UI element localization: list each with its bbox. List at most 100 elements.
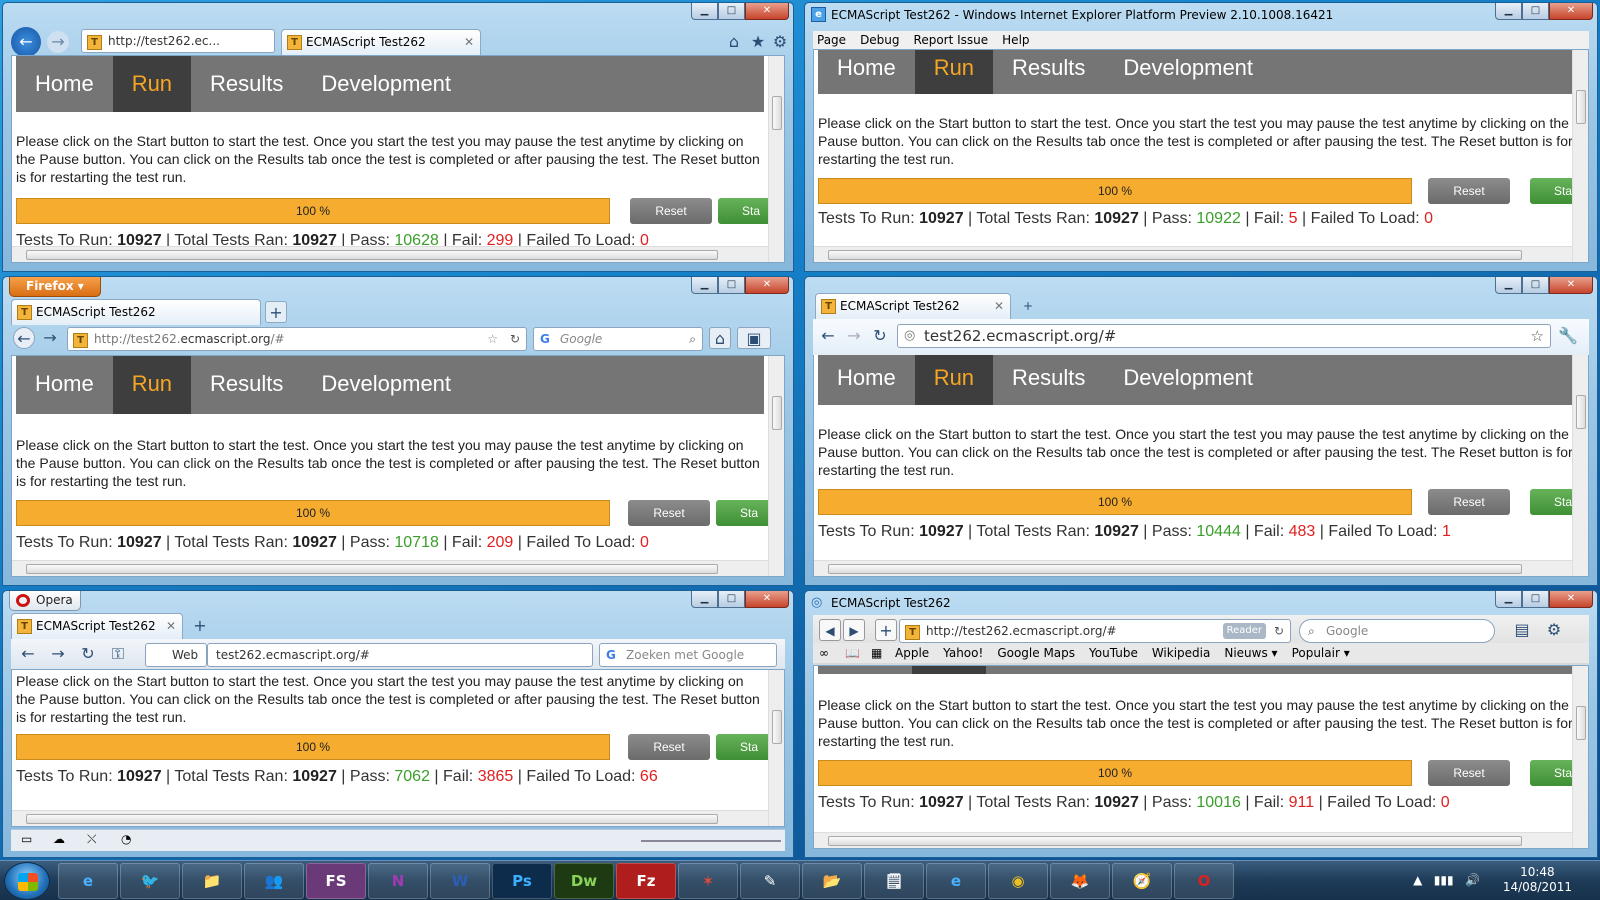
reset-button[interactable]: Reset [1428,489,1510,515]
close-button[interactable]: ✕ [745,3,789,20]
taskbar-twitter-icon[interactable]: 🐦 [120,863,180,899]
address-bar[interactable]: ◎ test262.ecmascript.org/# ☆ [897,324,1551,348]
address-bar[interactable]: test262.ecmascript.org/# [207,643,593,667]
bookmark-google-maps[interactable]: Google Maps [997,643,1075,663]
address-bar[interactable]: T http://test262.ec... [81,29,275,53]
bookmark-wikipedia[interactable]: Wikipedia [1152,643,1211,663]
forward-icon[interactable]: → [843,325,865,347]
reload-icon[interactable]: ↻ [869,325,891,347]
share-icon[interactable]: ⤬ [87,832,97,847]
bookmarks-book-icon[interactable]: 📖 [845,643,860,663]
bookmark-yahoo[interactable]: Yahoo! [943,643,983,663]
minimize-button[interactable]: ▁ [691,591,718,608]
page-menu-icon[interactable]: ▤ [1511,619,1533,641]
vertical-scrollbar[interactable] [1572,355,1588,576]
search-input[interactable]: G Zoeken met Google [599,643,777,667]
back-icon[interactable]: ← [11,27,41,57]
back-icon[interactable]: ◀ [819,619,841,641]
scroll-thumb[interactable] [26,814,718,824]
clock[interactable]: 10:48 14/08/2011 [1503,865,1572,895]
taskbar-opera-icon[interactable]: O [1174,863,1234,899]
scroll-thumb[interactable] [772,710,782,744]
reset-button[interactable]: Reset [628,500,710,526]
back-icon[interactable]: ← [13,327,35,349]
gear-icon[interactable]: ⚙ [769,31,791,53]
taskbar-app-star-icon[interactable]: ✶ [678,863,738,899]
tab-close-icon[interactable]: ✕ [464,30,474,54]
close-button[interactable]: ✕ [745,277,789,294]
taskbar-photoshop-icon[interactable]: Ps [492,863,552,899]
taskbar-messenger-icon[interactable]: 👥 [244,863,304,899]
add-bookmark-icon[interactable]: + [875,619,897,641]
taskbar-folder-icon[interactable]: 📂 [802,863,862,899]
tab-close-icon[interactable]: ✕ [994,294,1004,318]
menu-help[interactable]: Help [1002,31,1029,49]
scroll-thumb[interactable] [26,250,718,260]
horizontal-scrollbar[interactable] [12,560,768,576]
nav-development[interactable]: Development [1104,50,1272,94]
vertical-scrollbar[interactable] [1572,50,1588,262]
nav-development[interactable]: Development [302,56,470,112]
back-icon[interactable]: ← [817,325,839,347]
nav-development[interactable]: Development [302,356,470,414]
tab-ecmascript[interactable]: T ECMAScript Test262 ✕ [281,29,481,55]
key-icon[interactable]: ⚿ [107,643,129,665]
close-button[interactable]: ✕ [1549,277,1593,294]
menu-debug[interactable]: Debug [860,31,899,49]
tab-ecmascript[interactable]: T ECMAScript Test262 ✕ [11,613,183,639]
tab-ecmascript[interactable]: T ECMAScript Test262 ✕ [815,293,1011,319]
scroll-thumb[interactable] [828,250,1522,260]
scroll-thumb[interactable] [772,396,782,430]
start-button[interactable]: Sta [716,734,776,760]
forward-icon[interactable]: → [47,31,69,53]
new-tab-icon[interactable]: + [189,615,211,637]
opera-menu-button[interactable]: Opera [9,591,81,611]
panel-toggle-icon[interactable]: ▭ [21,832,32,846]
reset-button[interactable]: Reset [630,198,712,224]
bookmark-apple[interactable]: Apple [895,643,929,663]
nav-run[interactable]: Run [112,356,192,414]
horizontal-scrollbar[interactable] [12,810,768,826]
top-sites-icon[interactable]: ▦ [871,643,882,663]
new-tab-icon[interactable]: + [265,301,287,323]
taskbar-onenote-icon[interactable]: N [368,863,428,899]
speed-icon[interactable]: ◔ [121,832,131,846]
forward-icon[interactable]: → [47,643,69,665]
nav-home[interactable]: Home [818,355,915,405]
maximize-button[interactable]: □ [1522,591,1549,608]
back-icon[interactable]: ← [17,643,39,665]
taskbar-explorer-icon[interactable]: 📁 [182,863,242,899]
bookmark-youtube[interactable]: YouTube [1089,643,1138,663]
menu-report-issue[interactable]: Report Issue [914,31,989,49]
maximize-button[interactable]: □ [1522,277,1549,294]
taskbar-chrome-icon[interactable]: ◉ [988,863,1048,899]
tab-close-icon[interactable]: ✕ [166,614,176,638]
nav-run[interactable]: Run [914,355,994,405]
horizontal-scrollbar[interactable] [814,832,1572,848]
zoom-slider[interactable] [641,840,781,842]
bookmark-star-icon[interactable]: ☆ [1531,325,1544,347]
taskbar-fs-icon[interactable]: FS [306,863,366,899]
scroll-thumb[interactable] [828,836,1522,846]
forward-icon[interactable]: ▶ [843,619,865,641]
maximize-button[interactable]: □ [718,591,745,608]
bookmark-star-icon[interactable]: ☆ [487,328,498,350]
taskbar-dreamweaver-icon[interactable]: Dw [554,863,614,899]
taskbar-ie-preview-icon[interactable]: e [926,863,986,899]
search-icon[interactable]: ⌕ [689,328,696,350]
horizontal-scrollbar[interactable] [12,246,768,262]
horizontal-scrollbar[interactable] [814,246,1572,262]
firefox-menu-button[interactable]: Firefox ▾ [9,277,101,297]
taskbar-notes-icon[interactable]: 🗒 [864,863,924,899]
reload-icon[interactable]: ↻ [1274,620,1284,642]
vertical-scrollbar[interactable] [768,356,784,576]
taskbar-filezilla-icon[interactable]: Fz [616,863,676,899]
nav-results[interactable]: Results [993,50,1104,94]
favorites-star-icon[interactable]: ★ [747,31,769,53]
vertical-scrollbar[interactable] [1572,666,1588,848]
start-button[interactable]: Sta [716,500,776,526]
home-icon[interactable]: ⌂ [709,327,731,349]
taskbar-safari-icon[interactable]: 🧭 [1112,863,1172,899]
close-button[interactable]: ✕ [1549,591,1593,608]
search-input[interactable]: ⌕ Google [1299,619,1495,643]
